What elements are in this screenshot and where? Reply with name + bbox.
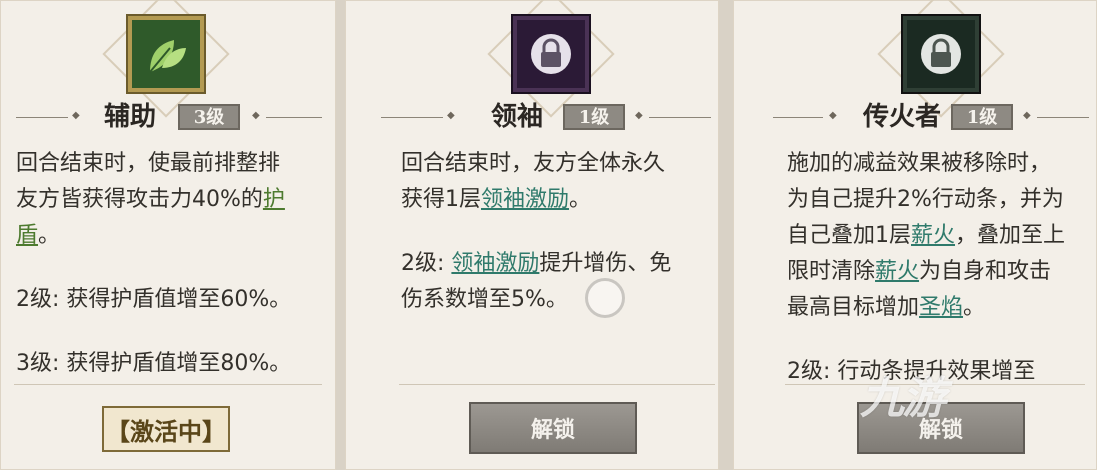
keyword-shield-link[interactable]: 护: [263, 187, 285, 212]
talent-name: 领袖: [491, 102, 544, 132]
talent-emblem: [487, 0, 615, 118]
keyword-leader-inspire-link[interactable]: 领袖激励: [451, 251, 539, 276]
talent-level-badge: 1级: [563, 104, 625, 130]
talent-name: 传火者: [863, 102, 942, 132]
talent-card-support[interactable]: ◆ 辅助 3级 ◆ 回合结束时，使最前排整排 友方皆获得攻击力40%的护 盾。 …: [0, 0, 336, 470]
talent-description: 回合结束时，使最前排整排 友方皆获得攻击力40%的护 盾。 2级: 获得护盾值增…: [16, 146, 326, 382]
talent-emblem: [102, 0, 230, 118]
talent-card-leader[interactable]: ◆ 领袖 1级 ◆ 回合结束时，友方全体永久 获得1层领袖激励。 2级: 领袖激…: [345, 0, 719, 470]
unlock-button[interactable]: 解锁: [469, 402, 637, 454]
level-3-effect: 3级: 获得护盾值增至80%。: [16, 351, 292, 376]
talent-emblem: [877, 0, 1005, 118]
talent-description: 回合结束时，友方全体永久 获得1层领袖激励。 2级: 领袖激励提升增伤、免 伤系…: [401, 151, 672, 312]
leaf-icon: [128, 16, 204, 92]
lock-icon: [903, 16, 979, 92]
talent-description: 施加的减益效果被移除时， 为自己提升2%行动条，并为 自己叠加1层薪火，叠加至上…: [787, 146, 1093, 390]
keyword-kindling-link[interactable]: 薪火: [875, 259, 919, 284]
talent-level-badge: 3级: [178, 104, 240, 130]
keyword-kindling-link[interactable]: 薪火: [911, 223, 955, 248]
keyword-leader-inspire-link[interactable]: 领袖激励: [481, 187, 569, 212]
talent-level-badge: 1级: [951, 104, 1013, 130]
level-2-effect: 2级: 获得护盾值增至60%。: [16, 287, 292, 312]
touch-indicator: [585, 278, 625, 318]
lock-icon: [513, 16, 589, 92]
watermark-logo: 九游: [860, 373, 946, 424]
active-status-badge: 【激活中】: [102, 406, 230, 452]
keyword-shield-link[interactable]: 盾: [16, 223, 38, 248]
talent-name: 辅助: [104, 102, 157, 132]
keyword-holy-flame-link[interactable]: 圣焰: [919, 295, 963, 320]
